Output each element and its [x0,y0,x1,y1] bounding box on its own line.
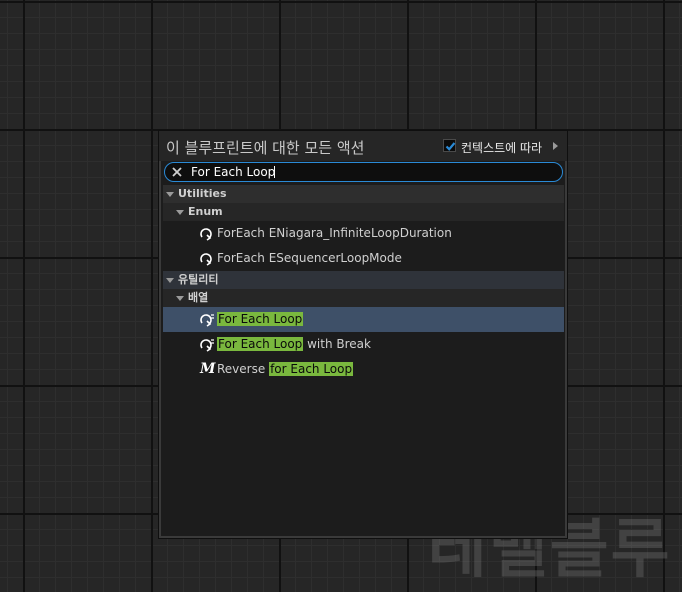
list-item-selected[interactable]: For Each Loop [163,307,564,332]
checkmark-icon [445,142,456,151]
item-label: For Each Loop [217,307,304,332]
clear-search-icon[interactable] [171,166,183,178]
subcategory-array[interactable]: 배열 [163,289,564,307]
search-box[interactable] [164,162,563,182]
context-sensitive-checkbox[interactable] [443,139,456,152]
collapse-triangle-icon[interactable] [166,278,174,283]
list-item[interactable]: M Reverse for Each Loop [163,357,564,382]
expand-arrow-icon[interactable] [553,142,558,150]
collapse-triangle-icon[interactable] [176,210,184,215]
subcategory-label: 배열 [188,291,209,304]
loop-icon [200,339,214,352]
search-match-highlight: for Each Loop [269,362,354,376]
loop-icon [200,253,212,266]
search-match-highlight: For Each Loop [217,337,304,351]
subcategory-enum[interactable]: Enum [163,203,564,221]
category-label: 유틸리티 [178,273,219,286]
loop-icon [200,314,214,327]
macro-icon: M [200,361,216,377]
item-label: For Each Loop with Break [217,337,371,351]
category-label: Utilities [178,187,227,200]
list-item[interactable]: ForEach ESequencerLoopMode [163,246,564,271]
loop-icon [200,228,212,241]
list-item[interactable]: ForEach ENiagara_InfiniteLoopDuration [163,221,564,246]
action-menu-panel: 이 블루프린트에 대한 모든 액션 컨텍스트에 따라 Utilities Enu… [158,130,568,539]
search-match-highlight: For Each Loop [217,312,304,326]
action-list: Utilities Enum ForEach ENiagara_Infinite… [163,185,564,382]
panel-title: 이 블루프린트에 대한 모든 액션 [166,139,365,157]
list-item[interactable]: For Each Loop with Break [163,332,564,357]
item-label: ForEach ENiagara_InfiniteLoopDuration [217,226,452,240]
collapse-triangle-icon[interactable] [166,192,174,197]
text-caret [274,166,275,178]
subcategory-label: Enum [188,205,223,218]
category-utilities[interactable]: Utilities [163,185,564,203]
search-input[interactable] [191,164,551,180]
collapse-triangle-icon[interactable] [176,296,184,301]
panel-header: 이 블루프린트에 대한 모든 액션 컨텍스트에 따라 [159,131,567,161]
category-utility-kr[interactable]: 유틸리티 [163,271,564,289]
item-label: ForEach ESequencerLoopMode [217,251,402,265]
context-sensitive-label[interactable]: 컨텍스트에 따라 [461,139,542,156]
item-label: Reverse for Each Loop [217,362,354,376]
